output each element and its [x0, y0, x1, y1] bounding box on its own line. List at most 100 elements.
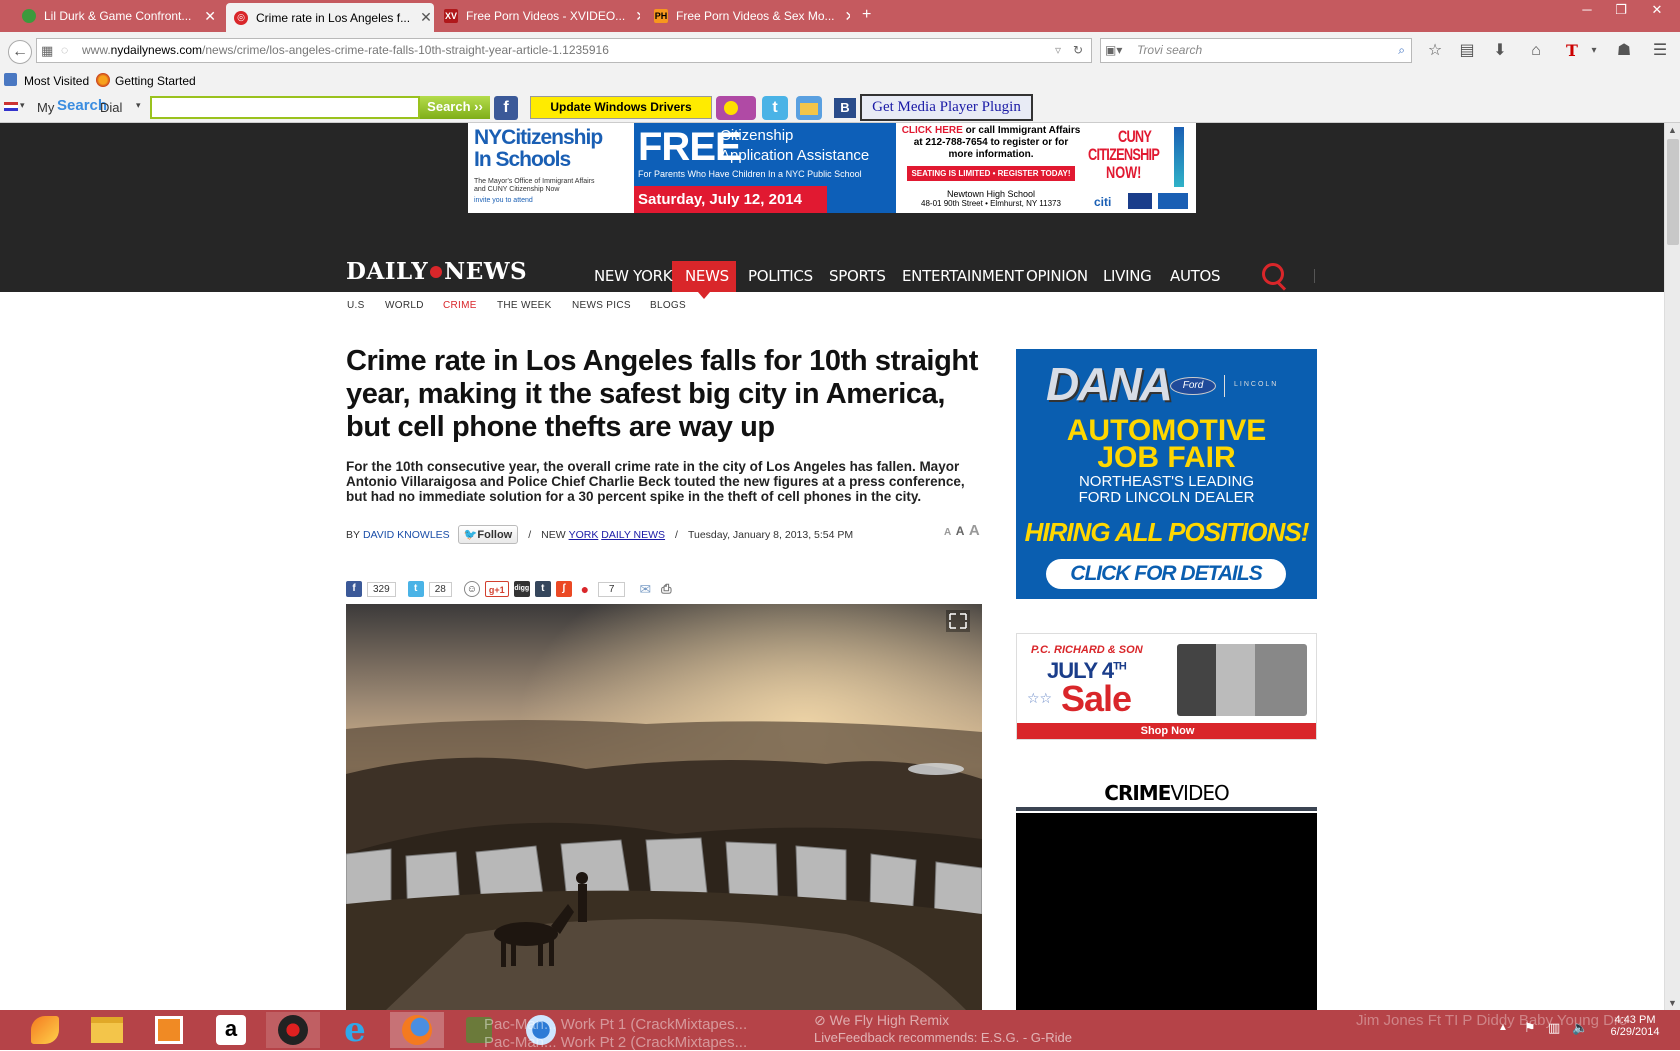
dial-search-input[interactable] [150, 96, 420, 119]
search-engine-icon[interactable]: ▣▾ [1105, 39, 1122, 62]
side-ad-dana[interactable]: DANA Ford LINCOLN AUTOMOTIVE JOB FAIR NO… [1016, 349, 1317, 599]
facebook-icon[interactable]: f [346, 581, 362, 597]
reddit-icon[interactable]: ☺ [463, 581, 480, 597]
us-flag-icon[interactable] [4, 102, 18, 111]
font-size-medium[interactable]: A [956, 524, 965, 538]
amazon-icon[interactable]: a [204, 1012, 258, 1048]
tab-crime-rate[interactable]: ◎ Crime rate in Los Angeles f... ✕ [226, 3, 434, 32]
download-icon[interactable]: ⬇ [1490, 41, 1510, 61]
font-size-large[interactable]: A [969, 522, 980, 539]
nav-news[interactable]: NEWS [685, 267, 729, 285]
chevron-down-icon[interactable]: ▾ [1584, 41, 1604, 61]
search-icon[interactable]: ⌕ [1398, 39, 1405, 62]
tray-up-icon[interactable]: ▲ [1498, 1022, 1508, 1033]
start-taskbar-icon[interactable] [18, 1012, 72, 1048]
minimize-icon[interactable]: ─ [1570, 0, 1604, 20]
subnav-the-week[interactable]: THE WEEK [497, 300, 552, 311]
media-app-icon[interactable] [266, 1012, 320, 1048]
nav-autos[interactable]: AUTOS [1170, 267, 1221, 285]
network-icon[interactable]: ▥ [1548, 1020, 1560, 1036]
close-icon[interactable]: ✕ [194, 8, 216, 25]
bookmark-getting-started[interactable]: Getting Started [115, 74, 196, 88]
toolbar-t-icon[interactable]: T [1562, 41, 1582, 61]
nav-new-york[interactable]: NEW YORK [594, 267, 673, 285]
reload-icon[interactable]: ↻ [1073, 39, 1083, 62]
restore-icon[interactable]: ❐ [1604, 0, 1638, 20]
tab-pornhub[interactable]: PH Free Porn Videos & Sex Mo... ✕ [646, 2, 850, 30]
article-photo[interactable] [346, 604, 982, 1010]
close-icon[interactable]: ✕ [410, 9, 432, 26]
media-player-plugin-button[interactable]: Get Media Player Plugin [860, 94, 1033, 121]
volume-icon[interactable]: 🔈 [1572, 1020, 1588, 1036]
subnav-world[interactable]: WORLD [385, 300, 424, 311]
tab-xvideos[interactable]: XV Free Porn Videos - XVIDEO... ✕ [436, 2, 640, 30]
scroll-thumb[interactable] [1667, 139, 1679, 245]
nav-sports[interactable]: SPORTS [829, 267, 886, 285]
twitter-icon[interactable]: t [762, 96, 788, 120]
top-ad-banner[interactable]: NYCitizenship In Schools The Mayor's Off… [468, 123, 1196, 213]
dial-search-button[interactable]: Search ›› [420, 96, 490, 119]
twitter-icon[interactable]: t [407, 581, 424, 597]
email-icon[interactable]: ✉ [637, 581, 653, 597]
nav-entertainment[interactable]: ENTERTAINMENT [902, 267, 1024, 285]
menu-icon[interactable]: ☰ [1650, 41, 1670, 61]
twitter-follow-button[interactable]: 🐦Follow [457, 525, 519, 544]
google-plus-icon[interactable]: g+1 [484, 581, 509, 597]
subnav-crime[interactable]: CRIME [443, 300, 477, 311]
facebook-icon[interactable]: f [494, 96, 518, 120]
daily-news-link[interactable]: DAILY NEWS [601, 529, 665, 541]
window-close-icon[interactable]: ✕ [1640, 0, 1674, 20]
reading-list-icon[interactable]: ▤ [1457, 41, 1477, 61]
b-icon[interactable]: B [834, 98, 856, 118]
chevron-down-icon[interactable]: ▾ [136, 100, 141, 111]
grid-icon[interactable]: ▦ [41, 39, 53, 62]
author-link[interactable]: DAVID KNOWLES [363, 529, 450, 541]
font-size-small[interactable]: A [944, 527, 951, 538]
home-icon[interactable]: ⌂ [1526, 41, 1546, 61]
firefox-taskbar-icon[interactable] [390, 1012, 444, 1048]
side-ad-pc-richard[interactable]: P.C. RICHARD & SON JULY 4TH ☆☆ Sale Shop… [1016, 633, 1317, 740]
print-icon[interactable]: ⎙ [658, 581, 674, 597]
subnav-blogs[interactable]: BLOGS [650, 300, 686, 311]
ad-click-here[interactable]: CLICK HERE [902, 125, 963, 136]
tab-lil-durk[interactable]: Lil Durk & Game Confront... ✕ [14, 2, 224, 30]
search-input[interactable]: ▣▾ Trovi search ⌕ [1100, 38, 1412, 63]
nav-living[interactable]: LIVING [1103, 267, 1152, 285]
video-player[interactable] [1016, 813, 1317, 1010]
file-explorer-icon[interactable] [80, 1012, 134, 1048]
ad-shop-now-button[interactable]: Shop Now [1017, 723, 1316, 739]
tumblr-icon[interactable]: t [534, 581, 551, 597]
dropdown-icon[interactable]: ▿ [1055, 39, 1061, 62]
internet-explorer-icon[interactable]: e [328, 1010, 382, 1050]
subnav-us[interactable]: U.S [347, 300, 365, 311]
daily-news-logo[interactable]: DAILY NEWS [346, 258, 527, 285]
fullscreen-icon[interactable] [946, 610, 970, 632]
clock[interactable]: 4:43 PM 6/29/2014 [1600, 1014, 1670, 1038]
flag-tray-icon[interactable]: ⚑ [1524, 1020, 1536, 1036]
star-icon[interactable]: ☆ [1425, 41, 1445, 61]
bookmark-most-visited[interactable]: Most Visited [24, 74, 89, 88]
search-icon[interactable] [1262, 263, 1287, 291]
url-bar[interactable]: ▦ ◌ www.nydailynews.com/news/crime/los-a… [36, 38, 1092, 63]
stumbleupon-icon[interactable]: ʃ [555, 581, 572, 597]
digg-icon[interactable]: digg [513, 581, 530, 597]
subnav-news-pics[interactable]: NEWS PICS [572, 300, 631, 311]
close-icon[interactable]: ✕ [835, 8, 850, 25]
addon-icon[interactable]: ☗ [1614, 41, 1634, 61]
scroll-up-icon[interactable]: ▲ [1668, 125, 1677, 135]
pacman-icon[interactable] [716, 96, 756, 120]
chevron-down-icon[interactable]: ▾ [20, 100, 25, 111]
new-tab-icon[interactable]: + [862, 6, 871, 24]
york-link[interactable]: YORK [569, 529, 599, 541]
nav-opinion[interactable]: OPINION [1026, 267, 1088, 285]
back-arrow-icon[interactable]: ← [8, 40, 32, 64]
comments-icon[interactable]: ● [577, 581, 593, 597]
nav-politics[interactable]: POLITICS [748, 267, 813, 285]
store-icon[interactable] [142, 1012, 196, 1048]
update-drivers-button[interactable]: Update Windows Drivers [530, 96, 712, 119]
folder-icon[interactable] [796, 96, 822, 120]
ad-click-details-button[interactable]: CLICK FOR DETAILS [1046, 559, 1286, 589]
page-scrollbar[interactable]: ▲ ▼ [1664, 123, 1680, 1010]
close-icon[interactable]: ✕ [625, 8, 640, 25]
scroll-down-icon[interactable]: ▼ [1668, 998, 1677, 1008]
